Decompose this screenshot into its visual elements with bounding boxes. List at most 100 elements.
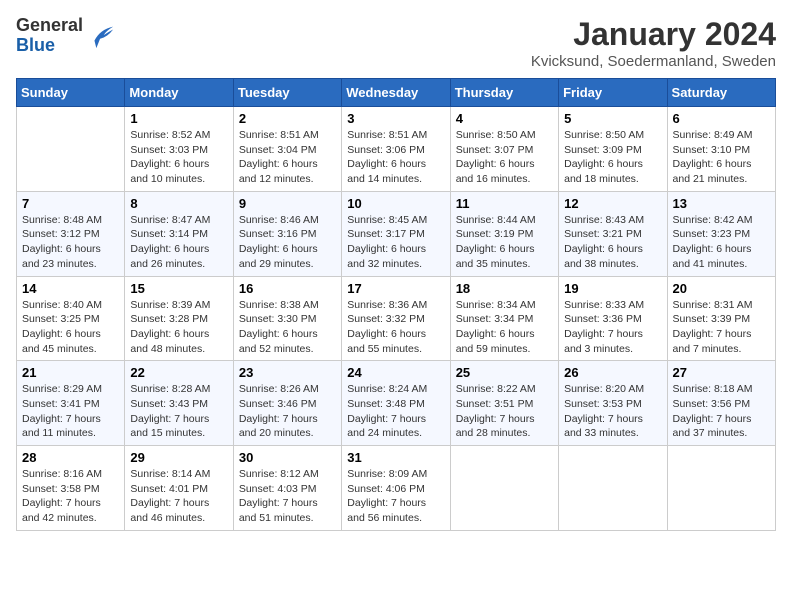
calendar-cell: 27 Sunrise: 8:18 AMSunset: 3:56 PMDayligh… — [667, 361, 775, 446]
day-info: Sunrise: 8:28 AMSunset: 3:43 PMDaylight:… — [130, 382, 227, 441]
day-number: 18 — [456, 281, 553, 296]
day-info: Sunrise: 8:18 AMSunset: 3:56 PMDaylight:… — [673, 382, 770, 441]
day-info: Sunrise: 8:24 AMSunset: 3:48 PMDaylight:… — [347, 382, 444, 441]
day-info: Sunrise: 8:52 AMSunset: 3:03 PMDaylight:… — [130, 128, 227, 187]
calendar-cell — [559, 446, 667, 531]
day-number: 26 — [564, 365, 661, 380]
month-title: January 2024 — [531, 16, 776, 53]
calendar-cell: 13 Sunrise: 8:42 AMSunset: 3:23 PMDayligh… — [667, 191, 775, 276]
weekday-header-sunday: Sunday — [17, 79, 125, 107]
day-info: Sunrise: 8:29 AMSunset: 3:41 PMDaylight:… — [22, 382, 119, 441]
calendar-cell: 4 Sunrise: 8:50 AMSunset: 3:07 PMDaylight… — [450, 107, 558, 192]
calendar-cell: 29Sunrise: 8:14 AMSunset: 4:01 PMDayligh… — [125, 446, 233, 531]
day-number: 25 — [456, 365, 553, 380]
calendar-cell: 1 Sunrise: 8:52 AMSunset: 3:03 PMDaylight… — [125, 107, 233, 192]
calendar-cell: 25 Sunrise: 8:22 AMSunset: 3:51 PMDayligh… — [450, 361, 558, 446]
day-number: 8 — [130, 196, 227, 211]
weekday-header-row: SundayMondayTuesdayWednesdayThursdayFrid… — [17, 79, 776, 107]
logo-general: General — [16, 16, 83, 36]
day-info: Sunrise: 8:34 AMSunset: 3:34 PMDaylight:… — [456, 298, 553, 357]
day-number: 14 — [22, 281, 119, 296]
day-number: 21 — [22, 365, 119, 380]
day-number: 13 — [673, 196, 770, 211]
calendar-cell: 12Sunrise: 8:43 AMSunset: 3:21 PMDayligh… — [559, 191, 667, 276]
day-info: Sunrise: 8:20 AMSunset: 3:53 PMDaylight:… — [564, 382, 661, 441]
day-number: 27 — [673, 365, 770, 380]
weekday-header-tuesday: Tuesday — [233, 79, 341, 107]
calendar-cell: 24 Sunrise: 8:24 AMSunset: 3:48 PMDayligh… — [342, 361, 450, 446]
day-info: Sunrise: 8:46 AMSunset: 3:16 PMDaylight:… — [239, 213, 336, 272]
calendar-cell: 3Sunrise: 8:51 AMSunset: 3:06 PMDaylight… — [342, 107, 450, 192]
calendar-cell: 8 Sunrise: 8:47 AMSunset: 3:14 PMDaylight… — [125, 191, 233, 276]
weekday-header-wednesday: Wednesday — [342, 79, 450, 107]
day-number: 28 — [22, 450, 119, 465]
day-number: 6 — [673, 111, 770, 126]
day-info: Sunrise: 8:09 AMSunset: 4:06 PMDaylight:… — [347, 467, 444, 526]
day-info: Sunrise: 8:12 AMSunset: 4:03 PMDaylight:… — [239, 467, 336, 526]
day-number: 31 — [347, 450, 444, 465]
day-info: Sunrise: 8:38 AMSunset: 3:30 PMDaylight:… — [239, 298, 336, 357]
calendar-cell: 14 Sunrise: 8:40 AMSunset: 3:25 PMDayligh… — [17, 276, 125, 361]
day-info: Sunrise: 8:22 AMSunset: 3:51 PMDaylight:… — [456, 382, 553, 441]
day-info: Sunrise: 8:40 AMSunset: 3:25 PMDaylight:… — [22, 298, 119, 357]
weekday-header-saturday: Saturday — [667, 79, 775, 107]
calendar-cell: 10 Sunrise: 8:45 AMSunset: 3:17 PMDayligh… — [342, 191, 450, 276]
calendar-cell: 22 Sunrise: 8:28 AMSunset: 3:43 PMDayligh… — [125, 361, 233, 446]
day-number: 20 — [673, 281, 770, 296]
logo-bird-icon — [87, 22, 115, 50]
calendar-cell: 26 Sunrise: 8:20 AMSunset: 3:53 PMDayligh… — [559, 361, 667, 446]
calendar-cell: 19Sunrise: 8:33 AMSunset: 3:36 PMDayligh… — [559, 276, 667, 361]
day-info: Sunrise: 8:39 AMSunset: 3:28 PMDaylight:… — [130, 298, 227, 357]
day-number: 1 — [130, 111, 227, 126]
day-number: 30 — [239, 450, 336, 465]
day-info: Sunrise: 8:51 AMSunset: 3:06 PMDaylight:… — [347, 128, 444, 187]
day-info: Sunrise: 8:33 AMSunset: 3:36 PMDaylight:… — [564, 298, 661, 357]
week-row-5: 28 Sunrise: 8:16 AMSunset: 3:58 PMDayligh… — [17, 446, 776, 531]
day-info: Sunrise: 8:26 AMSunset: 3:46 PMDaylight:… — [239, 382, 336, 441]
calendar-cell: 23 Sunrise: 8:26 AMSunset: 3:46 PMDayligh… — [233, 361, 341, 446]
location: Kvicksund, Soedermanland, Sweden — [531, 53, 776, 70]
weekday-header-thursday: Thursday — [450, 79, 558, 107]
day-number: 12 — [564, 196, 661, 211]
calendar-cell: 17Sunrise: 8:36 AMSunset: 3:32 PMDayligh… — [342, 276, 450, 361]
calendar-cell: 7Sunrise: 8:48 AMSunset: 3:12 PMDaylight… — [17, 191, 125, 276]
day-number: 29 — [130, 450, 227, 465]
calendar-cell: 6 Sunrise: 8:49 AMSunset: 3:10 PMDaylight… — [667, 107, 775, 192]
day-info: Sunrise: 8:49 AMSunset: 3:10 PMDaylight:… — [673, 128, 770, 187]
day-info: Sunrise: 8:16 AMSunset: 3:58 PMDaylight:… — [22, 467, 119, 526]
day-number: 10 — [347, 196, 444, 211]
calendar-table: SundayMondayTuesdayWednesdayThursdayFrid… — [16, 78, 776, 531]
day-number: 4 — [456, 111, 553, 126]
day-info: Sunrise: 8:50 AMSunset: 3:09 PMDaylight:… — [564, 128, 661, 187]
day-number: 2 — [239, 111, 336, 126]
day-info: Sunrise: 8:42 AMSunset: 3:23 PMDaylight:… — [673, 213, 770, 272]
day-number: 11 — [456, 196, 553, 211]
day-number: 23 — [239, 365, 336, 380]
calendar-cell: 11 Sunrise: 8:44 AMSunset: 3:19 PMDayligh… — [450, 191, 558, 276]
day-number: 5 — [564, 111, 661, 126]
day-info: Sunrise: 8:44 AMSunset: 3:19 PMDaylight:… — [456, 213, 553, 272]
title-block: January 2024 Kvicksund, Soedermanland, S… — [531, 16, 776, 70]
logo: General Blue — [16, 16, 115, 56]
day-info: Sunrise: 8:50 AMSunset: 3:07 PMDaylight:… — [456, 128, 553, 187]
day-info: Sunrise: 8:36 AMSunset: 3:32 PMDaylight:… — [347, 298, 444, 357]
logo-text: General Blue — [16, 16, 83, 56]
weekday-header-friday: Friday — [559, 79, 667, 107]
calendar-cell: 18 Sunrise: 8:34 AMSunset: 3:34 PMDayligh… — [450, 276, 558, 361]
day-number: 24 — [347, 365, 444, 380]
week-row-1: 1 Sunrise: 8:52 AMSunset: 3:03 PMDaylight… — [17, 107, 776, 192]
calendar-cell: 15Sunrise: 8:39 AMSunset: 3:28 PMDayligh… — [125, 276, 233, 361]
week-row-2: 7Sunrise: 8:48 AMSunset: 3:12 PMDaylight… — [17, 191, 776, 276]
calendar-cell — [667, 446, 775, 531]
calendar-cell: 21 Sunrise: 8:29 AMSunset: 3:41 PMDayligh… — [17, 361, 125, 446]
page-header: General Blue January 2024 Kvicksund, Soe… — [16, 16, 776, 70]
logo-blue: Blue — [16, 36, 83, 56]
day-number: 22 — [130, 365, 227, 380]
day-info: Sunrise: 8:45 AMSunset: 3:17 PMDaylight:… — [347, 213, 444, 272]
week-row-3: 14 Sunrise: 8:40 AMSunset: 3:25 PMDayligh… — [17, 276, 776, 361]
day-info: Sunrise: 8:47 AMSunset: 3:14 PMDaylight:… — [130, 213, 227, 272]
calendar-cell: 16 Sunrise: 8:38 AMSunset: 3:30 PMDayligh… — [233, 276, 341, 361]
day-number: 16 — [239, 281, 336, 296]
calendar-cell: 30 Sunrise: 8:12 AMSunset: 4:03 PMDayligh… — [233, 446, 341, 531]
calendar-cell: 5 Sunrise: 8:50 AMSunset: 3:09 PMDaylight… — [559, 107, 667, 192]
